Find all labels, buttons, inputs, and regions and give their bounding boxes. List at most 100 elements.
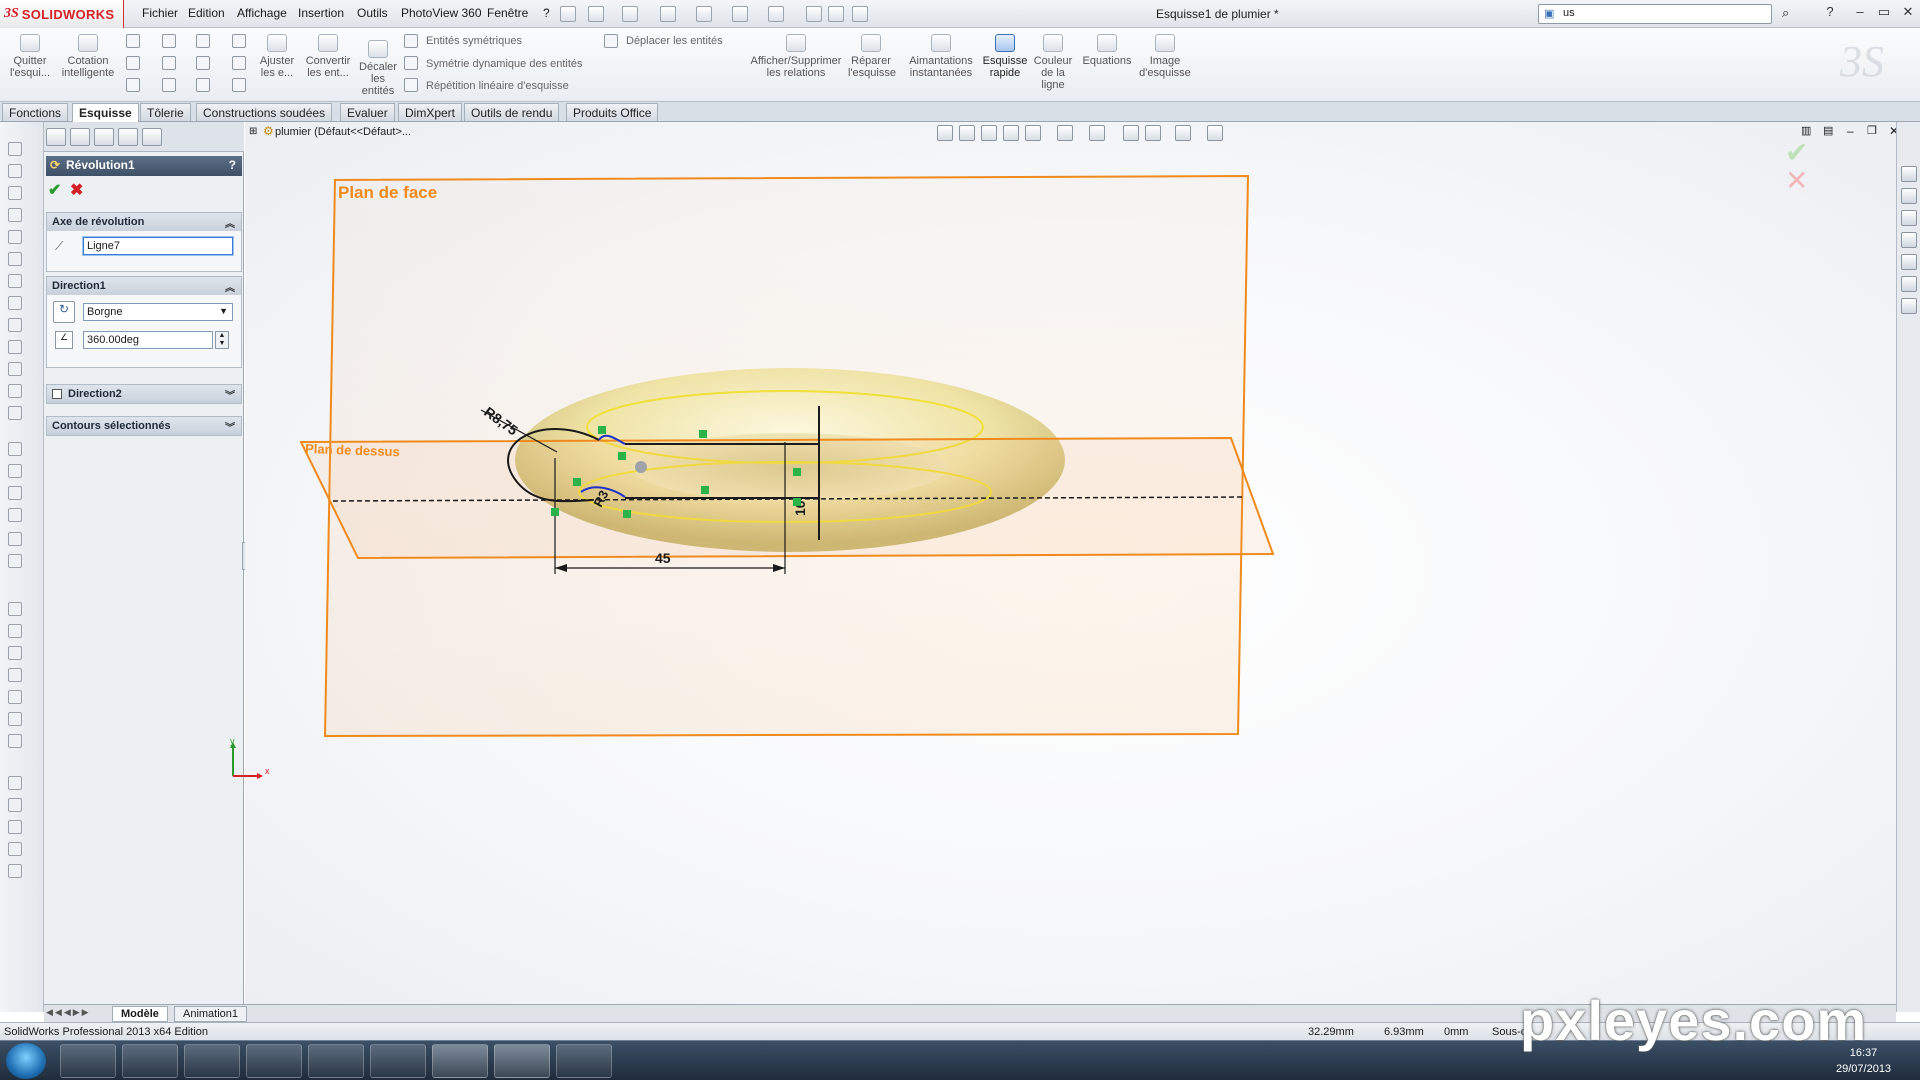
tool-icon[interactable] <box>8 712 22 726</box>
sketch-picture-button[interactable]: Image d'esquisse <box>1136 34 1194 79</box>
collapse-icon[interactable]: ︽ <box>225 279 235 294</box>
open-icon[interactable] <box>622 6 638 22</box>
dynamic-mirror-button[interactable]: Symétrie dynamique des entités <box>426 58 583 70</box>
line-color-button[interactable]: Couleur de la ligne <box>1032 34 1074 91</box>
tool-icon[interactable] <box>8 208 22 222</box>
media-player-icon[interactable] <box>184 1044 240 1078</box>
line-icon[interactable] <box>126 34 140 48</box>
polygon-icon[interactable] <box>126 56 140 70</box>
menu-fenetre[interactable]: Fenêtre <box>487 6 528 20</box>
tool-icon[interactable] <box>8 690 22 704</box>
tab-produits-office[interactable]: Produits Office <box>566 103 659 121</box>
quit-sketch-button[interactable]: Quitter l'esqui... <box>6 34 54 79</box>
help-button[interactable]: ? <box>1820 4 1840 22</box>
options-icon[interactable] <box>852 6 868 22</box>
menu-affichage[interactable]: Affichage <box>237 6 287 20</box>
tool-icon[interactable] <box>8 864 22 878</box>
tool-icon[interactable] <box>8 230 22 244</box>
tool-icon[interactable] <box>8 186 22 200</box>
tool-icon[interactable] <box>8 274 22 288</box>
expand-icon[interactable]: ︾ <box>225 387 235 402</box>
search-icon[interactable]: ⌕ <box>1782 5 1789 21</box>
tool-icon[interactable] <box>8 406 22 420</box>
model-scene[interactable]: Plan de face Plan de dessus 45 R8,75 R3 … <box>245 122 1895 1002</box>
direction2-checkbox[interactable] <box>52 389 62 399</box>
solidworks-taskbar-icon[interactable] <box>494 1044 550 1078</box>
construction-icon[interactable] <box>232 34 246 48</box>
tool-icon[interactable] <box>8 820 22 834</box>
calculator-icon[interactable] <box>308 1044 364 1078</box>
solidworks-explorer-icon[interactable] <box>432 1044 488 1078</box>
arc-icon[interactable] <box>162 56 176 70</box>
tab-dimxpert[interactable]: DimXpert <box>398 103 463 121</box>
tab-evaluer[interactable]: Evaluer <box>340 103 395 121</box>
tool-icon[interactable] <box>8 602 22 616</box>
configuration-icon[interactable] <box>94 128 114 146</box>
direction2-header[interactable]: Direction2 ︾ <box>47 385 241 403</box>
tool-icon[interactable] <box>8 362 22 376</box>
tool-icon[interactable] <box>8 252 22 266</box>
menu-help[interactable]: ? <box>543 6 550 20</box>
mail-icon[interactable] <box>556 1044 612 1078</box>
triangle-icon[interactable] <box>232 56 246 70</box>
circle-icon[interactable] <box>162 34 176 48</box>
axis-group-header[interactable]: Axe de révolution ︽ <box>47 213 241 231</box>
tool-icon[interactable] <box>8 798 22 812</box>
design-library-icon[interactable] <box>1901 210 1917 226</box>
tool-icon[interactable] <box>8 668 22 682</box>
menu-outils[interactable]: Outils <box>357 6 388 20</box>
tool-icon[interactable] <box>8 318 22 332</box>
tool-icon[interactable] <box>8 442 22 456</box>
cancel-button[interactable]: ✖ <box>70 180 83 200</box>
tab-outils-de-rendu[interactable]: Outils de rendu <box>464 103 560 121</box>
minimize-button[interactable]: – <box>1850 4 1870 22</box>
explorer-icon[interactable] <box>246 1044 302 1078</box>
trim-button[interactable]: Ajuster les e... <box>254 34 300 79</box>
fillet-icon[interactable] <box>196 78 210 92</box>
graphics-area[interactable]: ⊞ ⚙ plumier (Défaut<<Défaut>... ▥ ▤ – ❐ … <box>230 122 1920 1012</box>
tool-icon[interactable] <box>8 624 22 638</box>
ellipse-icon[interactable] <box>196 56 210 70</box>
print-icon[interactable] <box>696 6 712 22</box>
slot-icon[interactable] <box>126 78 140 92</box>
direction1-header[interactable]: Direction1 ︽ <box>47 277 241 295</box>
convert-button[interactable]: Convertir les ent... <box>302 34 354 79</box>
ok-button[interactable]: ✔ <box>48 180 61 200</box>
tab-animation1[interactable]: Animation1 <box>174 1006 248 1022</box>
repair-sketch-button[interactable]: Réparer l'esquisse <box>848 34 896 79</box>
expand-icon[interactable]: ︾ <box>225 419 235 434</box>
tab-constructions-soudees[interactable]: Constructions soudées <box>196 103 333 121</box>
home-icon[interactable] <box>1901 188 1917 204</box>
appearances-icon[interactable] <box>1901 276 1917 292</box>
search-scope-icon[interactable]: ▣ <box>1544 7 1554 20</box>
close-button[interactable]: ✕ <box>1898 4 1918 22</box>
angle-spinner[interactable]: ▲ ▼ <box>215 331 229 349</box>
tab-fonctions[interactable]: Fonctions <box>2 103 69 121</box>
undo-icon[interactable] <box>732 6 748 22</box>
menu-fichier[interactable]: Fichier <box>142 6 178 20</box>
tab-tolerie[interactable]: Tôlerie <box>140 103 191 121</box>
tool-icon[interactable] <box>8 776 22 790</box>
point-icon[interactable] <box>162 78 176 92</box>
text-icon[interactable] <box>232 78 246 92</box>
angle-field[interactable]: 360.00deg <box>83 331 213 349</box>
start-button[interactable] <box>6 1043 46 1079</box>
tool-icon[interactable] <box>8 340 22 354</box>
firefox-icon[interactable] <box>122 1044 178 1078</box>
menu-edition[interactable]: Edition <box>188 6 225 20</box>
contours-header[interactable]: Contours sélectionnés ︾ <box>47 417 241 435</box>
tool-icon[interactable] <box>8 384 22 398</box>
file-properties-icon[interactable] <box>828 6 844 22</box>
save-icon[interactable] <box>660 6 676 22</box>
menu-photoview[interactable]: PhotoView 360 <box>401 6 482 20</box>
move-entities-button[interactable]: Déplacer les entités <box>626 35 723 47</box>
menu-insertion[interactable]: Insertion <box>298 6 344 20</box>
mirror-entities-button[interactable]: Entités symétriques <box>426 35 522 47</box>
ie-icon[interactable] <box>60 1044 116 1078</box>
linear-pattern-button[interactable]: Répétition linéaire d'esquisse <box>426 80 569 92</box>
axis-field[interactable]: Ligne7 <box>83 237 233 255</box>
rebuild-icon[interactable] <box>806 6 822 22</box>
tool-icon[interactable] <box>8 554 22 568</box>
tool-icon[interactable] <box>8 296 22 310</box>
new-document-icon[interactable] <box>588 6 604 22</box>
